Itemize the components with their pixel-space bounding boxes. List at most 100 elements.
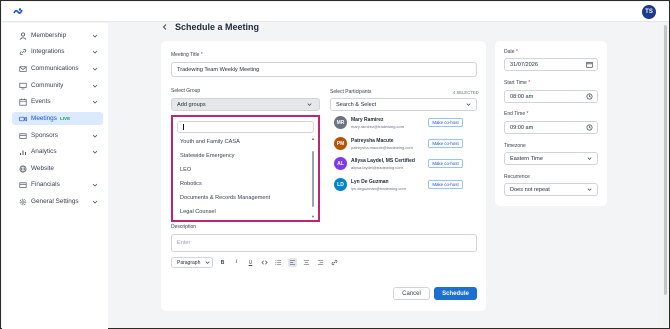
end-time-input[interactable]: 09:00 am	[504, 121, 598, 134]
sidebar-item-meetings-label: Meetings	[31, 115, 57, 122]
bar-chart-icon	[19, 148, 27, 156]
make-cohost-button[interactable]: Make co-host	[428, 180, 463, 189]
card-icon	[19, 132, 27, 140]
scroll-up-icon[interactable]: ▲	[311, 137, 315, 141]
scroll-down-icon[interactable]: ▼	[311, 215, 315, 219]
meeting-title-input[interactable]: Tradewing Team Weekly Meeting	[171, 62, 477, 77]
list-icon[interactable]	[274, 258, 283, 267]
description-placeholder: Enter	[177, 240, 191, 246]
chevron-down-icon	[92, 34, 98, 38]
chevron-down-icon	[92, 67, 98, 71]
code-icon[interactable]	[260, 258, 269, 267]
sidebar-item-general-settings[interactable]: General Settings	[12, 195, 103, 208]
align-right-icon[interactable]	[316, 258, 325, 267]
date-label: Date *	[504, 49, 518, 55]
wallet-icon	[19, 181, 27, 189]
sidebar-item-label: Meetings LIVE	[31, 115, 103, 122]
timezone-label: Timezone	[504, 143, 526, 149]
back-arrow-icon[interactable]	[161, 23, 169, 31]
sidebar-item-events[interactable]: Events	[12, 95, 103, 108]
chevron-down-icon	[92, 100, 98, 104]
chevron-down-icon	[466, 103, 471, 106]
sidebar-item-sponsors[interactable]: Sponsors	[12, 129, 103, 142]
app-logo-icon[interactable]	[13, 7, 23, 17]
chevron-down-icon	[205, 261, 210, 264]
sidebar-item-membership[interactable]: Membership	[12, 29, 103, 42]
group-option[interactable]: Documents & Records Management	[180, 195, 270, 201]
link-icon[interactable]	[330, 258, 339, 267]
paragraph-style-label: Paragraph	[177, 259, 201, 266]
chevron-down-icon	[92, 50, 98, 54]
sidebar-item-label: General Settings	[31, 198, 79, 205]
group-option[interactable]: Statewide Emergency	[180, 153, 234, 159]
meeting-title-value: Tradewing Team Weekly Meeting	[177, 66, 260, 73]
description-input[interactable]: Enter	[171, 234, 477, 252]
make-cohost-button[interactable]: Make co-host	[428, 118, 463, 127]
page-scrollbar[interactable]	[663, 23, 668, 326]
dropdown-scroll-thumb[interactable]	[312, 151, 314, 207]
required-marker: *	[526, 111, 529, 117]
underline-button[interactable]: U	[246, 258, 255, 267]
recurrence-label: Recurrence	[504, 174, 530, 180]
sidebar-item-community[interactable]: Community	[12, 79, 103, 92]
group-option[interactable]: Youth and Family CASA	[180, 139, 240, 145]
group-search-input[interactable]	[177, 121, 314, 133]
start-time-label-text: Start Time	[504, 80, 527, 86]
participant-row: LD Lyn De Guzman lyn.deguzman@tradewing.…	[334, 177, 468, 195]
clock-icon[interactable]	[586, 124, 593, 131]
sidebar: Membership Integrations Communications C…	[2, 23, 108, 329]
select-participants-label: Select Participants	[330, 89, 372, 95]
page-scroll-thumb[interactable]	[664, 25, 667, 295]
align-center-icon[interactable]	[302, 258, 311, 267]
group-option[interactable]: Robotics	[180, 181, 202, 187]
chevron-down-icon	[92, 150, 98, 154]
sidebar-item-label: Financials	[31, 181, 60, 188]
description-label: Description	[171, 224, 197, 230]
link-icon	[19, 48, 27, 56]
page-title: Schedule a Meeting	[175, 22, 260, 32]
chevron-down-icon	[92, 200, 98, 204]
select-group-placeholder: Add groups	[177, 101, 206, 108]
schedule-button[interactable]: Schedule	[434, 287, 477, 300]
recurrence-select[interactable]: Does not repeat	[504, 183, 598, 196]
date-label-text: Date	[504, 49, 515, 55]
top-bar: TS	[2, 2, 669, 22]
italic-button[interactable]: I	[232, 258, 241, 267]
participants-placeholder: Search & Select	[336, 101, 377, 108]
make-cohost-button[interactable]: Make co-host	[428, 159, 463, 168]
users-icon	[19, 31, 27, 40]
select-group-dropdown[interactable]: Add groups	[171, 98, 320, 111]
end-time-label-text: End Time	[504, 111, 526, 117]
group-option[interactable]: LEO	[180, 167, 191, 173]
meeting-title-label: Meeting Title *	[171, 52, 203, 58]
date-value: 31/07/2026	[510, 61, 538, 68]
sidebar-item-label: Analytics	[31, 148, 57, 155]
sidebar-item-meetings[interactable]: Meetings LIVE	[12, 112, 103, 125]
start-time-input[interactable]: 08:00 am	[504, 90, 598, 103]
date-input[interactable]: 31/07/2026	[504, 58, 598, 71]
bold-button[interactable]: B	[218, 258, 227, 267]
sidebar-item-website[interactable]: Website	[12, 162, 103, 175]
clock-icon[interactable]	[586, 93, 593, 100]
calendar-icon[interactable]	[586, 61, 593, 68]
sidebar-item-label: Events	[31, 98, 51, 105]
globe-icon	[19, 165, 27, 173]
make-cohost-button[interactable]: Make co-host	[428, 139, 463, 148]
cancel-button[interactable]: Cancel	[393, 287, 430, 300]
chevron-down-icon	[92, 134, 98, 138]
sidebar-item-integrations[interactable]: Integrations	[12, 45, 103, 58]
user-avatar[interactable]: TS	[642, 5, 656, 19]
align-left-icon[interactable]	[288, 258, 297, 267]
timezone-select[interactable]: Eastern Time	[504, 152, 598, 165]
sidebar-item-communications[interactable]: Communications	[12, 62, 103, 75]
participants-search-select[interactable]: Search & Select	[330, 98, 477, 111]
chevron-down-icon	[587, 188, 592, 191]
participant-row: AL Allysa Laydel, MS Certified allysa.la…	[334, 156, 468, 174]
required-marker: *	[200, 52, 203, 58]
sidebar-item-financials[interactable]: Financials	[12, 178, 103, 191]
sidebar-item-analytics[interactable]: Analytics	[12, 145, 103, 158]
dropdown-scrollbar[interactable]: ▲ ▼	[311, 137, 315, 219]
sidebar-item-label: Sponsors	[31, 132, 58, 139]
group-option[interactable]: Legal Counsel	[180, 209, 216, 215]
participant-name: Allysa Laydel, MS Certified	[351, 158, 415, 164]
